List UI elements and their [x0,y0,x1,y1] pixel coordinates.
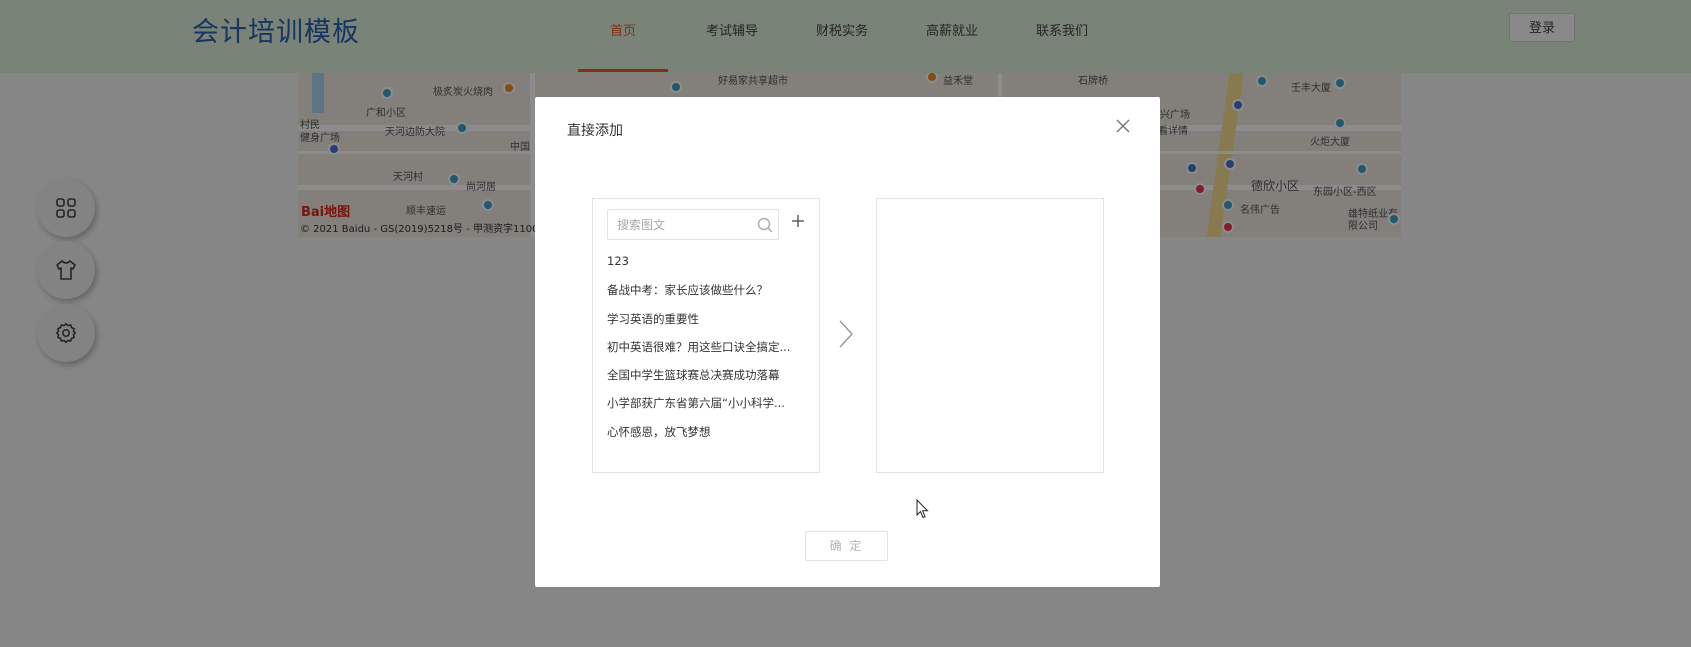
search-input[interactable] [608,210,757,239]
list-item[interactable]: 全国中学生篮球赛总决赛成功落幕 [607,367,807,395]
search-icon[interactable] [756,216,774,234]
list-item[interactable]: 心怀感恩，放飞梦想 [607,424,807,452]
list-item[interactable]: 123 [607,254,807,282]
confirm-button[interactable]: 确 定 [805,531,888,561]
mouse-cursor-icon [916,499,929,519]
article-list: 123 备战中考：家长应该做些什么？ 学习英语的重要性 初中英语很难？用这些口诀… [607,254,807,452]
list-item[interactable]: 小学部获广东省第六届“小小科学... [607,395,807,423]
chevron-right-icon[interactable] [836,319,856,349]
dialog-title: 直接添加 [567,123,623,139]
source-list-panel: 123 备战中考：家长应该做些什么？ 学习英语的重要性 初中英语很难？用这些口诀… [592,198,820,473]
direct-add-dialog: 直接添加 123 备战中考：家长应该做些什么？ 学习英语的重要性 初中英语很难？… [535,97,1160,587]
list-item[interactable]: 学习英语的重要性 [607,311,807,339]
selected-list-panel [876,198,1104,473]
search-box [607,209,779,240]
list-item[interactable]: 备战中考：家长应该做些什么？ [607,282,807,310]
add-icon[interactable] [789,212,807,230]
list-item[interactable]: 初中英语很难？用这些口诀全搞定... [607,339,807,367]
close-icon[interactable] [1114,117,1132,135]
